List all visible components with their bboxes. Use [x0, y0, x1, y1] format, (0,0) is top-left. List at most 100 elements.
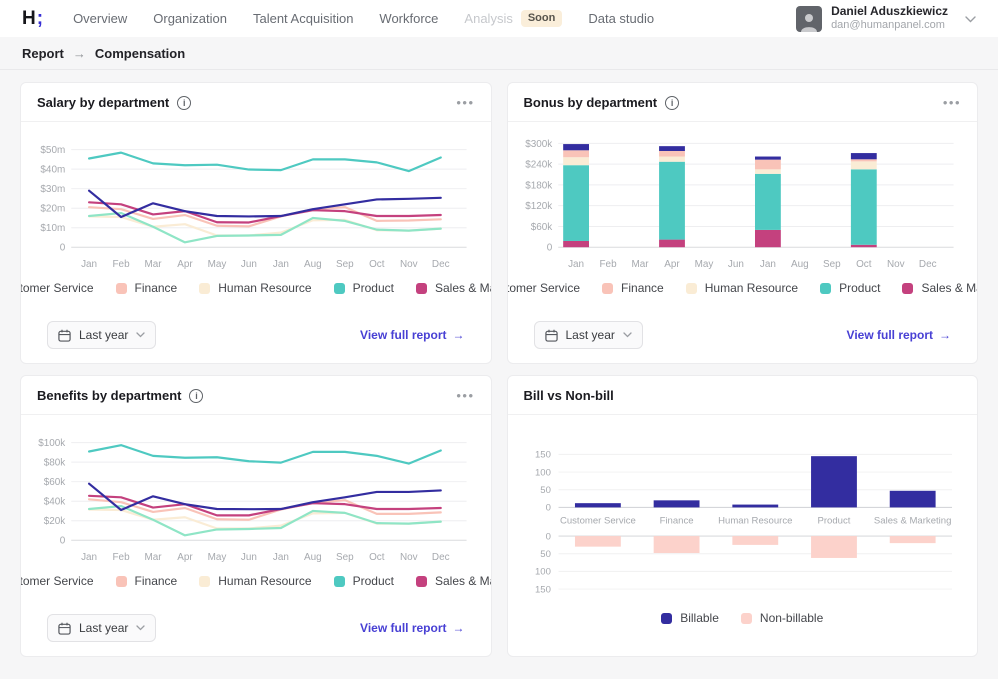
svg-text:Apr: Apr — [177, 259, 193, 270]
svg-text:Sep: Sep — [336, 259, 354, 270]
legend-swatch — [902, 283, 913, 294]
calendar-icon — [545, 329, 558, 342]
svg-text:Jan: Jan — [273, 552, 289, 563]
user-email: dan@humanpanel.com — [831, 19, 948, 32]
card-benefits-header: Benefits by department i ••• — [21, 376, 491, 415]
breadcrumb-report[interactable]: Report — [22, 46, 64, 61]
more-menu-icon[interactable]: ••• — [456, 389, 474, 402]
svg-text:Nov: Nov — [886, 259, 904, 270]
user-menu[interactable]: Daniel Aduszkiewicz dan@humanpanel.com — [796, 5, 976, 31]
legend-swatch — [116, 576, 127, 587]
info-icon[interactable]: i — [189, 389, 203, 403]
legend-item: Finance — [116, 281, 178, 295]
nav-analysis: Analysis Soon — [464, 10, 562, 27]
chevron-down-icon[interactable] — [965, 10, 976, 28]
nav-data-studio[interactable]: Data studio — [588, 11, 654, 26]
bill-legend: Billable Non-billable — [520, 611, 966, 625]
legend-item: Non-billable — [741, 611, 823, 625]
svg-text:Apr: Apr — [664, 259, 680, 270]
chevron-down-icon — [623, 332, 632, 338]
card-benefits-body: $100k$80k$60k$40k$20k0JanFebMarAprMayJun… — [21, 415, 491, 656]
svg-text:$30m: $30m — [40, 184, 65, 195]
top-nav: H; Overview Organization Talent Acquisit… — [0, 0, 998, 37]
svg-text:May: May — [208, 259, 227, 270]
svg-text:$80k: $80k — [44, 458, 66, 469]
breadcrumb: Report → Compensation — [0, 37, 998, 70]
date-range-dropdown[interactable]: Last year — [534, 321, 643, 349]
svg-text:Jan: Jan — [81, 552, 97, 563]
legend-item: Customer Service — [20, 574, 94, 588]
legend-item: Human Resource — [686, 281, 798, 295]
salary-legend: Customer Service Finance Human Resource … — [33, 281, 479, 295]
card-bonus-title: Bonus by department — [524, 95, 658, 110]
legend-item: Billable — [661, 611, 719, 625]
svg-text:$100k: $100k — [38, 438, 65, 449]
soon-badge: Soon — [521, 10, 563, 27]
svg-text:Human Resource: Human Resource — [718, 516, 792, 527]
date-range-dropdown[interactable]: Last year — [47, 614, 156, 642]
svg-text:$240k: $240k — [525, 160, 552, 171]
svg-text:Jan: Jan — [273, 259, 289, 270]
legend-swatch — [416, 283, 427, 294]
legend-swatch — [686, 283, 697, 294]
dashboard-grid: Salary by department i ••• $50m$40m$30m$… — [0, 70, 998, 657]
arrow-right-icon: → — [453, 328, 465, 342]
svg-text:May: May — [208, 552, 227, 563]
svg-text:100: 100 — [534, 567, 550, 578]
view-full-report-link[interactable]: View full report → — [360, 621, 464, 635]
svg-text:Apr: Apr — [177, 552, 193, 563]
more-menu-icon[interactable]: ••• — [456, 96, 474, 109]
info-icon[interactable]: i — [665, 96, 679, 110]
svg-text:Mar: Mar — [144, 259, 162, 270]
avatar[interactable] — [796, 6, 822, 32]
breadcrumb-current: Compensation — [95, 46, 185, 61]
nav-organization[interactable]: Organization — [153, 11, 227, 26]
svg-text:Sep: Sep — [336, 552, 354, 563]
svg-text:$300k: $300k — [525, 139, 552, 150]
arrow-right-icon: → — [939, 328, 951, 342]
svg-text:Jun: Jun — [241, 552, 257, 563]
svg-text:Finance: Finance — [659, 516, 693, 527]
legend-swatch — [661, 613, 672, 624]
svg-text:Aug: Aug — [304, 259, 322, 270]
card-salary-header: Salary by department i ••• — [21, 83, 491, 122]
card-bonus: Bonus by department i ••• $300k $240k $180… — [507, 82, 979, 364]
view-full-report-link[interactable]: View full report → — [360, 328, 464, 342]
bonus-legend: Customer Service Finance Human Resource … — [520, 281, 966, 295]
view-full-report-link[interactable]: View full report → — [847, 328, 951, 342]
svg-text:$60k: $60k — [44, 477, 66, 488]
legend-swatch — [416, 576, 427, 587]
svg-text:Jan: Jan — [759, 259, 775, 270]
logo-text: H — [22, 8, 36, 30]
info-icon[interactable]: i — [177, 96, 191, 110]
card-salary-body: $50m$40m$30m$20m$10m0JanFebMarAprMayJunJ… — [21, 122, 491, 363]
bill-chart: 050100150050100150Customer ServiceFinanc… — [520, 431, 960, 601]
more-menu-icon[interactable]: ••• — [943, 96, 961, 109]
svg-text:Dec: Dec — [432, 552, 450, 563]
svg-text:Sales & Marketing: Sales & Marketing — [873, 516, 950, 527]
nav-overview[interactable]: Overview — [73, 11, 127, 26]
svg-text:Customer Service: Customer Service — [559, 516, 635, 527]
logo[interactable]: H; — [22, 8, 43, 30]
svg-text:100: 100 — [534, 467, 550, 478]
svg-text:$10m: $10m — [40, 223, 65, 234]
bonus-chart: $300k$240k$180k$120k$60k0JanFebMarAprMay… — [520, 128, 960, 279]
svg-text:Oct: Oct — [369, 552, 385, 563]
legend-item: Human Resource — [199, 574, 311, 588]
legend-swatch — [602, 283, 613, 294]
nav-talent-acquisition[interactable]: Talent Acquisition — [253, 11, 353, 26]
svg-text:0: 0 — [545, 531, 550, 542]
arrow-right-icon: → — [453, 621, 465, 635]
svg-text:Jun: Jun — [727, 259, 743, 270]
benefits-chart: $100k$80k$60k$40k$20k0JanFebMarAprMayJun… — [33, 421, 473, 572]
svg-text:$20k: $20k — [44, 516, 66, 527]
user-name: Daniel Aduszkiewicz — [831, 5, 948, 19]
nav-workforce[interactable]: Workforce — [379, 11, 438, 26]
svg-text:$180k: $180k — [525, 180, 552, 191]
svg-text:Jan: Jan — [568, 259, 584, 270]
card-salary-title: Salary by department — [37, 95, 169, 110]
svg-text:Mar: Mar — [144, 552, 162, 563]
card-bonus-footer: Last year View full report → — [520, 313, 966, 363]
svg-text:Jan: Jan — [81, 259, 97, 270]
date-range-dropdown[interactable]: Last year — [47, 321, 156, 349]
